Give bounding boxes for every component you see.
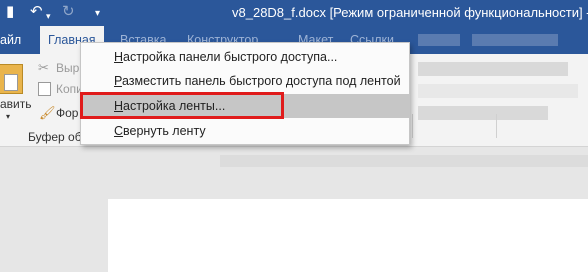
undo-dropdown-icon[interactable]: ▾ bbox=[46, 7, 51, 25]
blurred-tab bbox=[418, 34, 460, 46]
highlight-annotation bbox=[80, 92, 284, 119]
customize-qat-icon[interactable]: ▾ bbox=[95, 5, 100, 23]
undo-icon[interactable]: ↶ bbox=[30, 3, 43, 21]
document-area bbox=[0, 147, 588, 272]
clipboard-group-label: Буфер об bbox=[28, 130, 82, 144]
menu-item-collapse-ribbon[interactable]: Свернуть ленту bbox=[81, 119, 409, 143]
copy-button[interactable]: Копи bbox=[56, 82, 83, 96]
ruler bbox=[220, 155, 588, 167]
menu-item-label: Разместить панель быстрого доступа под л… bbox=[114, 74, 401, 88]
tab-file[interactable]: айл bbox=[0, 33, 21, 47]
format-painter-icon[interactable]: 🖌 bbox=[39, 105, 56, 121]
divider bbox=[496, 114, 497, 138]
paste-icon[interactable] bbox=[0, 64, 23, 94]
copy-icon[interactable] bbox=[38, 82, 51, 96]
redo-icon[interactable]: ↻ bbox=[62, 3, 75, 21]
menu-item-label: Свернуть ленту bbox=[114, 124, 206, 138]
blurred-tab bbox=[472, 34, 558, 46]
menu-item-move-qat-below[interactable]: Разместить панель быстрого доступа под л… bbox=[81, 69, 409, 93]
title-bar: ▮ ↶ ▾ ↻ ▾ v8_28D8_f.docx [Режим ограниче… bbox=[0, 0, 588, 26]
blurred-ribbon-controls bbox=[418, 106, 548, 120]
cut-icon[interactable]: ✂ bbox=[38, 60, 49, 76]
menu-item-label: Настройка панели быстрого доступа... bbox=[114, 50, 338, 64]
paste-button[interactable]: авить bbox=[0, 97, 32, 111]
document-page[interactable] bbox=[108, 199, 588, 272]
format-painter-button[interactable]: Фор bbox=[56, 106, 78, 120]
blurred-ribbon-controls bbox=[418, 84, 578, 98]
menu-item-customize-qat[interactable]: Настройка панели быстрого доступа... bbox=[81, 45, 409, 69]
paste-dropdown-icon[interactable]: ▾ bbox=[6, 112, 10, 121]
cut-button[interactable]: Выр bbox=[56, 61, 79, 75]
divider bbox=[412, 114, 413, 138]
window-title: v8_28D8_f.docx [Режим ограниченной функц… bbox=[232, 5, 588, 20]
blurred-ribbon-controls bbox=[418, 62, 568, 76]
save-icon[interactable]: ▮ bbox=[6, 3, 14, 21]
